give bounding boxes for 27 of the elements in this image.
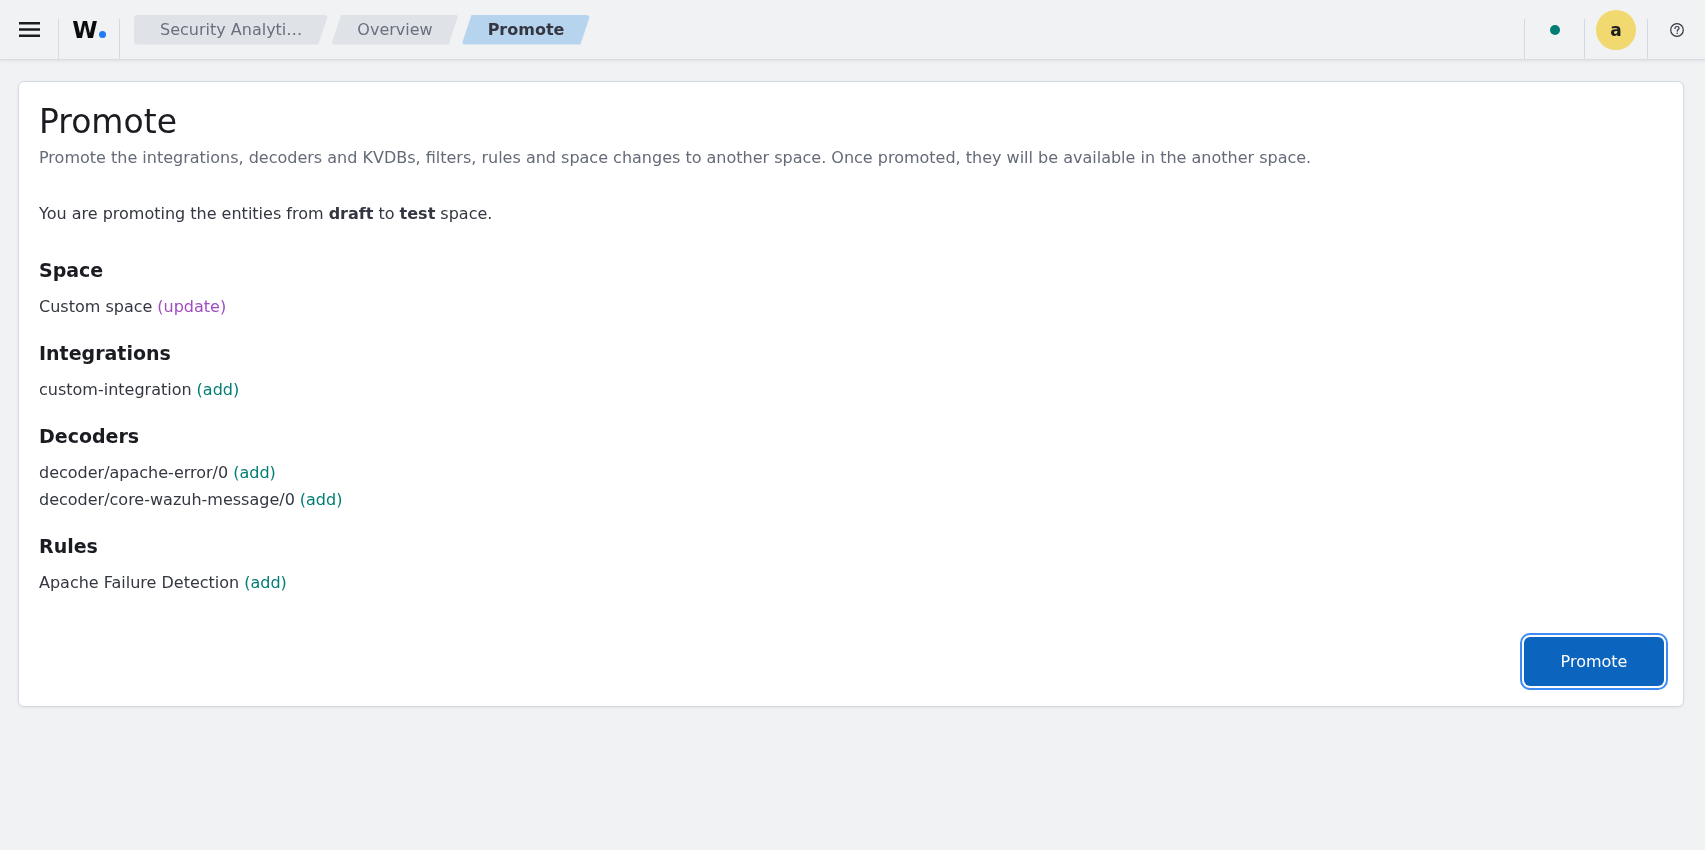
entity-name: custom-integration	[39, 379, 192, 401]
section-heading: Integrations	[39, 341, 172, 366]
menu-icon	[18, 22, 40, 37]
change-type-label: (add)	[233, 462, 276, 484]
breadcrumb-item[interactable]: Promote	[461, 14, 591, 45]
change-type-label: (add)	[299, 489, 343, 511]
breadcrumb-item[interactable]: Security Analyti…	[134, 14, 329, 45]
help-icon	[1669, 22, 1684, 37]
help-button[interactable]	[1667, 20, 1686, 39]
dot-icon	[98, 30, 106, 38]
entity-name: Custom space	[39, 296, 153, 318]
breadcrumb-item[interactable]: Overview	[331, 14, 459, 45]
page-title: Promote	[39, 102, 178, 142]
status-dot-icon	[1549, 24, 1560, 35]
change-type-label: (update)	[157, 296, 227, 318]
change-type-label: (add)	[196, 379, 240, 401]
promotion-summary: You are promoting the entities from draft to test space.	[39, 203, 494, 225]
change-type-label: (add)	[244, 572, 287, 594]
page-description: Promote the integrations, decoders and KVDBs, filters, rules and space changes to another space. Once promoted, they will be available in the another space.	[39, 147, 1313, 169]
section-heading: Rules	[39, 534, 99, 559]
user-avatar-button[interactable]: a	[1596, 9, 1636, 50]
entity-name: Apache Failure Detection	[39, 572, 240, 594]
section-heading: Space	[39, 258, 105, 283]
logo[interactable]: W	[59, 17, 119, 42]
section-heading: Decoders	[39, 424, 141, 449]
entity-name: decoder/core-wazuh-message/0	[39, 489, 295, 511]
entity-name: decoder/apache-error/0	[39, 462, 229, 484]
